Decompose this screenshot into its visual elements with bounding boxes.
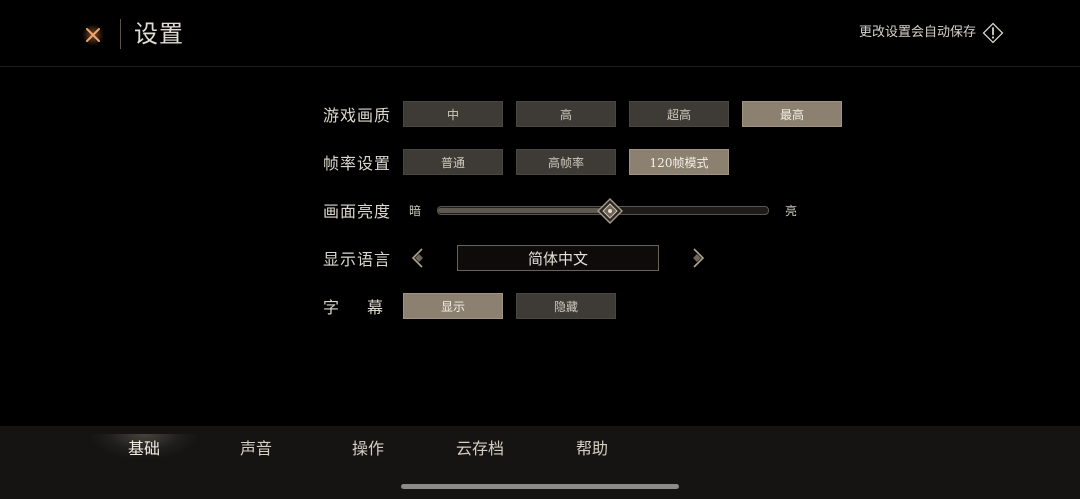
- page-title: 设置: [134, 20, 184, 48]
- quality-option-medium[interactable]: 中: [403, 101, 503, 127]
- brightness-track[interactable]: [437, 197, 769, 224]
- language-label: 显示语言: [323, 250, 392, 269]
- setting-row-quality: 游戏画质 中 高 超高 最高: [323, 100, 842, 128]
- exclamation-diamond-icon[interactable]: [982, 22, 1004, 44]
- autosave-text: 更改设置会自动保存: [858, 25, 976, 40]
- quality-options: 中 高 超高 最高: [403, 101, 842, 127]
- chevron-right-icon: [693, 248, 705, 268]
- brightness-min-label: 暗: [408, 203, 421, 218]
- language-selector: 简体中文: [403, 245, 713, 271]
- framerate-option-high[interactable]: 高帧率: [516, 149, 616, 175]
- framerate-label: 帧率设置: [323, 154, 392, 173]
- setting-row-framerate: 帧率设置 普通 高帧率 120帧模式: [323, 148, 729, 176]
- setting-row-language: 显示语言 简体中文: [323, 244, 713, 272]
- setting-row-subtitles: 字幕 显示 隐藏: [323, 292, 616, 320]
- diamond-handle-icon: [596, 197, 623, 224]
- language-prev-button[interactable]: [403, 245, 433, 271]
- chevron-left-icon: [411, 248, 423, 268]
- brightness-label: 画面亮度: [323, 202, 392, 221]
- header-divider: [120, 19, 121, 49]
- tab-cloud-save[interactable]: 云存档: [424, 434, 536, 460]
- autosave-notice: 更改设置会自动保存: [859, 21, 1004, 45]
- tab-help[interactable]: 帮助: [536, 434, 648, 460]
- framerate-options: 普通 高帧率 120帧模式: [403, 149, 729, 175]
- tab-sound[interactable]: 声音: [200, 434, 312, 460]
- subtitles-options: 显示 隐藏: [403, 293, 616, 319]
- brightness-max-label: 亮: [784, 203, 797, 218]
- quality-option-ultra[interactable]: 超高: [629, 101, 729, 127]
- framerate-option-120[interactable]: 120帧模式: [629, 149, 729, 175]
- quality-option-max[interactable]: 最高: [742, 101, 842, 127]
- language-value: 简体中文: [457, 245, 659, 271]
- brightness-handle[interactable]: [596, 197, 623, 224]
- close-button[interactable]: [76, 19, 110, 51]
- framerate-option-normal[interactable]: 普通: [403, 149, 503, 175]
- tab-controls[interactable]: 操作: [312, 434, 424, 460]
- subtitles-option-show[interactable]: 显示: [403, 293, 503, 319]
- quality-label: 游戏画质: [323, 106, 392, 125]
- home-indicator[interactable]: [401, 484, 679, 489]
- quality-option-high[interactable]: 高: [516, 101, 616, 127]
- header-bar: 设置 更改设置会自动保存: [0, 0, 1080, 67]
- brightness-slider: 暗 亮: [403, 197, 803, 224]
- close-x-icon: [82, 24, 104, 46]
- subtitles-option-hide[interactable]: 隐藏: [516, 293, 616, 319]
- subtitles-label: 字幕: [323, 298, 412, 317]
- brightness-fill: [438, 207, 610, 213]
- setting-row-brightness: 画面亮度 暗 亮: [323, 196, 803, 224]
- tab-basic[interactable]: 基础: [88, 434, 200, 460]
- language-next-button[interactable]: [683, 245, 713, 271]
